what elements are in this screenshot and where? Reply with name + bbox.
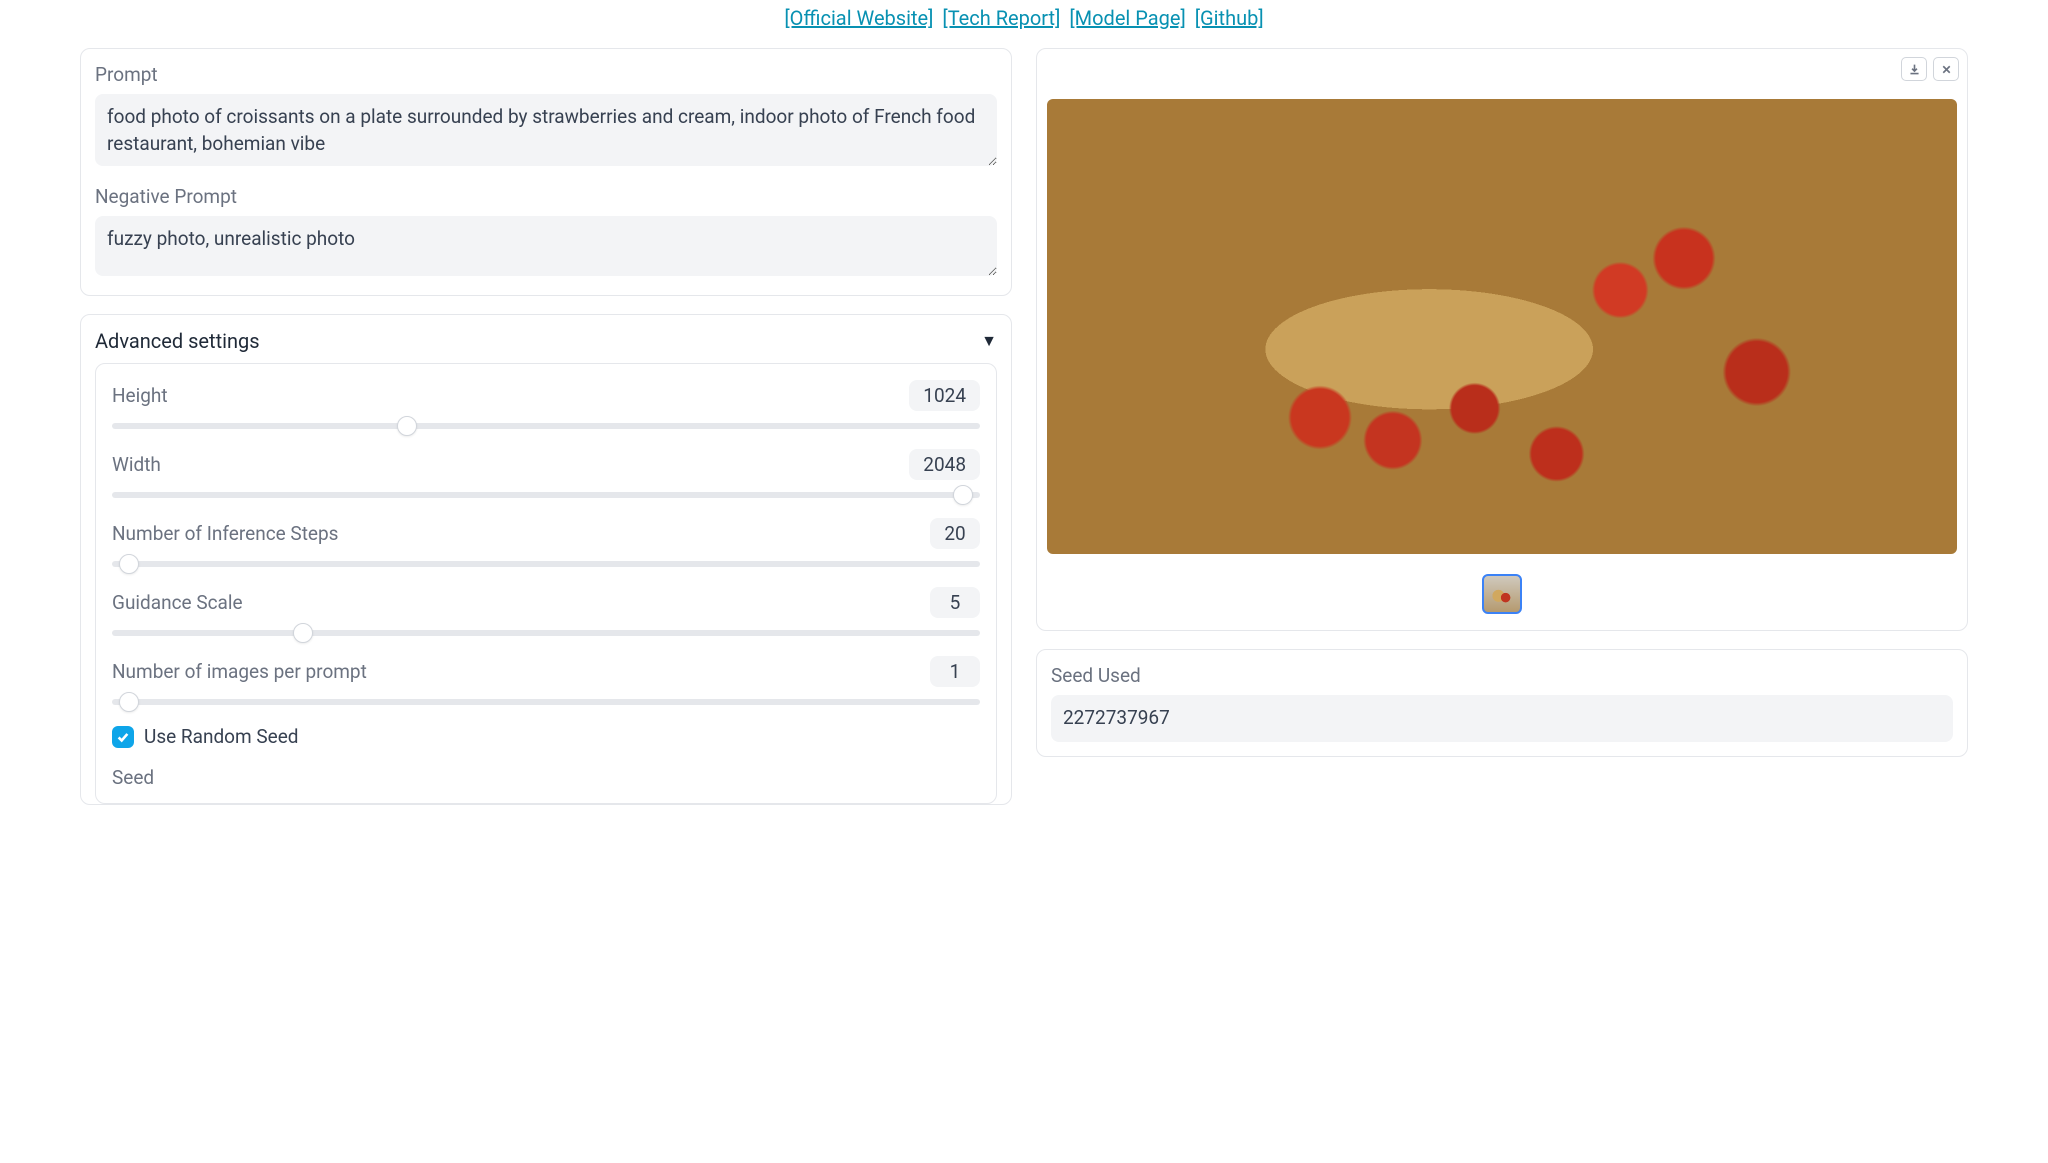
negative-prompt-label: Negative Prompt	[95, 185, 997, 208]
height-label: Height	[112, 384, 168, 407]
height-slider[interactable]	[112, 423, 980, 429]
prompt-input[interactable]	[95, 94, 997, 166]
width-value[interactable]: 2048	[909, 449, 980, 480]
output-image-card	[1036, 48, 1968, 631]
random-seed-label: Use Random Seed	[144, 725, 299, 748]
output-thumbnails	[1037, 554, 1967, 630]
prompt-label: Prompt	[95, 63, 997, 86]
advanced-settings-title: Advanced settings	[95, 329, 260, 353]
guidance-slider[interactable]	[112, 630, 980, 636]
advanced-settings-toggle[interactable]: Advanced settings ▼	[95, 329, 997, 353]
link-github[interactable]: [Github]	[1195, 6, 1264, 30]
link-tech-report[interactable]: [Tech Report]	[942, 6, 1060, 30]
num-images-slider-row: Number of images per prompt 1	[112, 656, 980, 705]
height-value[interactable]: 1024	[909, 380, 980, 411]
output-thumbnail-1[interactable]	[1482, 574, 1522, 614]
seed-used-card: Seed Used 2272737967	[1036, 649, 1968, 757]
close-icon	[1940, 63, 1953, 76]
width-label: Width	[112, 453, 161, 476]
steps-slider[interactable]	[112, 561, 980, 567]
prompt-card: Prompt Negative Prompt	[80, 48, 1012, 296]
guidance-label: Guidance Scale	[112, 591, 243, 614]
num-images-slider-thumb[interactable]	[119, 692, 139, 712]
height-slider-row: Height 1024	[112, 380, 980, 429]
download-button[interactable]	[1901, 57, 1927, 81]
seed-used-label: Seed Used	[1051, 664, 1953, 687]
chevron-down-icon: ▼	[981, 331, 997, 351]
num-images-value[interactable]: 1	[930, 656, 980, 687]
seed-used-value[interactable]: 2272737967	[1051, 695, 1953, 742]
main-layout: Prompt Negative Prompt Advanced settings…	[0, 48, 2048, 843]
seed-row: Seed	[112, 766, 980, 789]
output-image[interactable]	[1047, 99, 1957, 554]
steps-label: Number of Inference Steps	[112, 522, 338, 545]
guidance-value[interactable]: 5	[930, 587, 980, 618]
width-slider-row: Width 2048	[112, 449, 980, 498]
left-column: Prompt Negative Prompt Advanced settings…	[80, 48, 1012, 823]
output-image-wrap	[1037, 49, 1967, 554]
height-slider-thumb[interactable]	[397, 416, 417, 436]
guidance-slider-thumb[interactable]	[293, 623, 313, 643]
guidance-slider-row: Guidance Scale 5	[112, 587, 980, 636]
check-icon	[116, 730, 130, 744]
steps-slider-thumb[interactable]	[119, 554, 139, 574]
num-images-label: Number of images per prompt	[112, 660, 367, 683]
header-links: [Official Website] [Tech Report] [Model …	[0, 0, 2048, 48]
negative-prompt-input[interactable]	[95, 216, 997, 276]
right-column: Seed Used 2272737967	[1036, 48, 1968, 775]
link-official-website[interactable]: [Official Website]	[784, 6, 933, 30]
width-slider-thumb[interactable]	[953, 485, 973, 505]
steps-slider-row: Number of Inference Steps 20	[112, 518, 980, 567]
steps-value[interactable]: 20	[930, 518, 980, 549]
advanced-settings-body: Height 1024 Width 2048	[95, 363, 997, 804]
width-slider[interactable]	[112, 492, 980, 498]
random-seed-row: Use Random Seed	[112, 725, 980, 748]
random-seed-checkbox[interactable]	[112, 726, 134, 748]
link-model-page[interactable]: [Model Page]	[1069, 6, 1185, 30]
seed-label: Seed	[112, 766, 154, 789]
image-toolbar	[1901, 57, 1959, 81]
advanced-settings-card: Advanced settings ▼ Height 1024	[80, 314, 1012, 805]
close-button[interactable]	[1933, 57, 1959, 81]
download-icon	[1908, 63, 1921, 76]
num-images-slider[interactable]	[112, 699, 980, 705]
